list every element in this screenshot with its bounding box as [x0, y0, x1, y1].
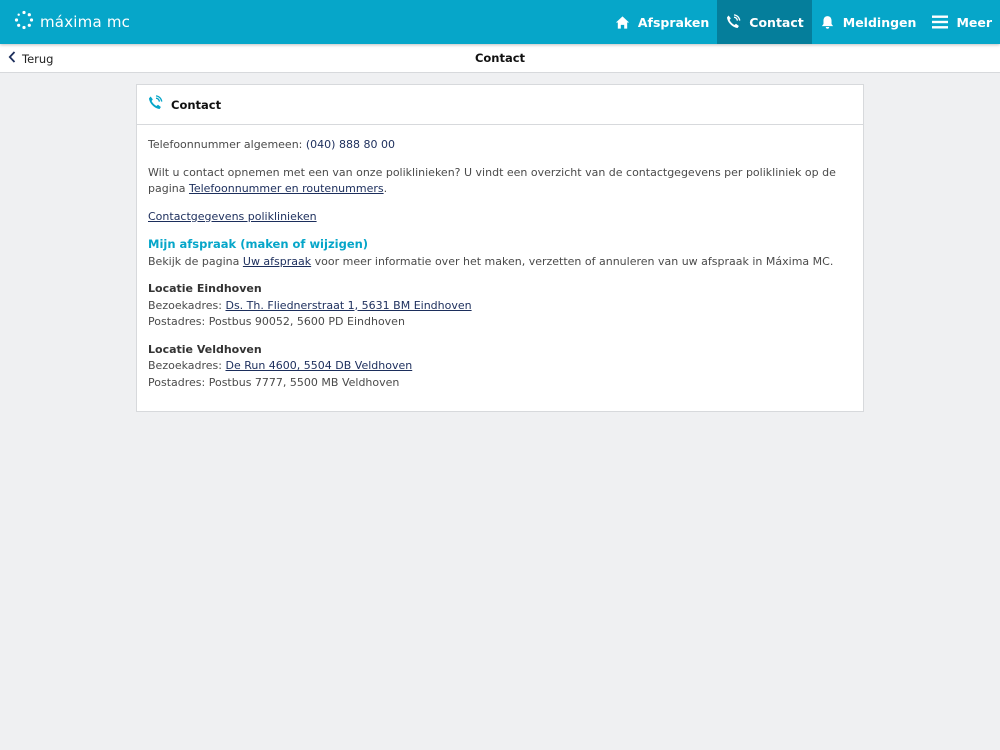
postal-address: Postbus 90052, 5600 PD Eindhoven — [208, 315, 405, 328]
card-header: Contact — [137, 85, 863, 125]
phone-paragraph: Telefoonnummer algemeen: (040) 888 80 00 — [148, 137, 852, 154]
back-button[interactable]: Terug — [8, 44, 53, 73]
nav-item-label: Meer — [956, 14, 992, 30]
postal-label: Postadres: — [148, 375, 206, 389]
location-name: Locatie Eindhoven — [148, 282, 262, 295]
phone-icon — [725, 14, 741, 30]
nav-item-label: Meldingen — [842, 14, 917, 30]
chevron-left-icon — [8, 51, 16, 66]
intro-text-2: pagina — [148, 182, 186, 195]
appointment-heading: Mijn afspraak (maken of wijzigen) — [148, 237, 369, 251]
back-label: Terug — [22, 51, 54, 66]
contact-details-link[interactable]: Contactgegevens poliklinieken — [148, 210, 317, 223]
sub-header: Terug Contact — [0, 44, 1000, 73]
visit-label: Bezoekadres: — [148, 298, 222, 312]
location-veldhoven: Locatie Veldhoven Bezoekadres: De Run 46… — [148, 342, 852, 392]
visit-address-link[interactable]: De Run 4600, 5504 DB Veldhoven — [225, 359, 412, 372]
contact-link-paragraph: Contactgegevens poliklinieken — [148, 209, 852, 226]
phone-icon — [147, 94, 163, 115]
intro-end: . — [383, 182, 388, 195]
location-name: Locatie Veldhoven — [148, 342, 262, 356]
top-navigation-bar: máxima mc Afspraken Contact Meldingen Me… — [0, 0, 1000, 44]
visit-label: Bezoekadres: — [148, 359, 222, 372]
contact-card: Contact Telefoonnummer algemeen: (040) 8… — [136, 84, 864, 412]
logo-icon — [14, 10, 34, 34]
nav-item-contact[interactable]: Contact — [717, 0, 812, 44]
nav-item-afspraken[interactable]: Afspraken — [607, 0, 717, 44]
appointment-link[interactable]: Uw afspraak — [243, 255, 311, 268]
appointment-section: Mijn afspraak (maken of wijzigen) Bekijk… — [148, 236, 852, 270]
nav-item-label: Afspraken — [637, 14, 710, 30]
intro-text: Wilt u contact opnemen met een van onze … — [148, 165, 836, 179]
nav-item-meldingen[interactable]: Meldingen — [812, 0, 925, 44]
appointment-pre: Bekijk de pagina — [148, 254, 240, 268]
maxima-mc-logo[interactable]: máxima mc — [14, 0, 130, 44]
bell-icon — [820, 15, 835, 30]
card-title: Contact — [171, 97, 222, 112]
phone-number-link[interactable]: (040) 888 80 00 — [306, 138, 395, 151]
card-body: Telefoonnummer algemeen: (040) 888 80 00… — [137, 125, 863, 414]
nav-item-meer[interactable]: Meer — [924, 0, 1000, 44]
main-nav: Afspraken Contact Meldingen Meer — [607, 0, 1000, 44]
postal-label: Postadres: — [148, 315, 206, 328]
postal-address: Postbus 7777, 5500 MB Veldhoven — [208, 375, 400, 389]
page-title: Contact — [474, 51, 526, 65]
intro-paragraph: Wilt u contact opnemen met een van onze … — [148, 165, 852, 198]
appointment-post: voor meer informatie over het maken, ver… — [314, 254, 834, 268]
nav-item-label: Contact — [749, 14, 804, 30]
menu-icon — [932, 15, 949, 29]
home-icon — [615, 15, 630, 30]
phone-numbers-link[interactable]: Telefoonnummer en routenummers — [189, 182, 384, 195]
visit-address-link[interactable]: Ds. Th. Fliednerstraat 1, 5631 BM Eindho… — [225, 299, 471, 312]
logo-text: máxima mc — [40, 13, 131, 31]
location-eindhoven: Locatie Eindhoven Bezoekadres: Ds. Th. F… — [148, 281, 852, 331]
phone-label: Telefoonnummer algemeen: — [148, 138, 303, 151]
